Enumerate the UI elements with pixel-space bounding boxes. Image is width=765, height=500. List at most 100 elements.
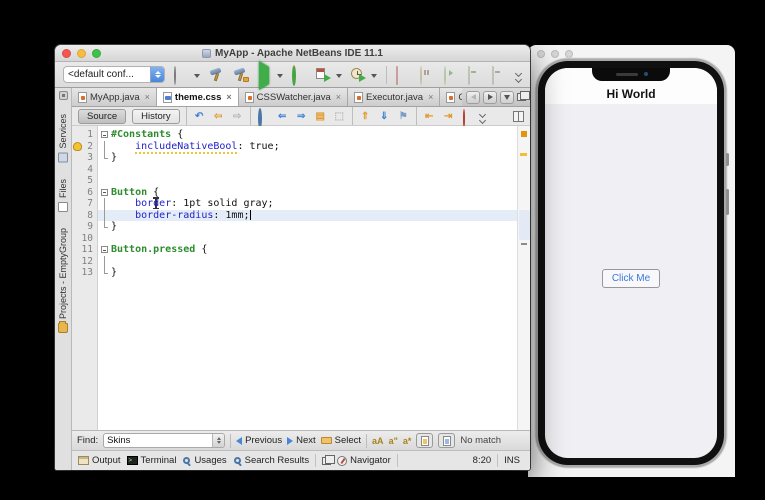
- line-number[interactable]: 11: [72, 244, 97, 256]
- tab-csswatcher-java[interactable]: CSSWatcher.java ×: [238, 88, 349, 106]
- line-number[interactable]: 4: [72, 164, 97, 176]
- line-number[interactable]: 2: [72, 141, 97, 153]
- rerun-icon[interactable]: [292, 65, 307, 86]
- titlebar[interactable]: MyApp - Apache NetBeans IDE 11.1: [55, 45, 530, 62]
- output-button[interactable]: Output: [78, 455, 121, 466]
- simulator-window-controls[interactable]: [537, 50, 573, 58]
- code-line-6[interactable]: Button {: [98, 187, 517, 199]
- code-editor[interactable]: 1 2 3 4 5 6 7 8 9 10 11 12 13 #Constants { includeNa…: [72, 126, 530, 430]
- tab-executor-java[interactable]: Executor.java ×: [348, 88, 441, 106]
- zoom-icon[interactable]: [92, 49, 101, 58]
- warning-mark[interactable]: [520, 153, 527, 156]
- back-icon[interactable]: ⇦: [212, 110, 225, 123]
- shift-left-icon[interactable]: ⇤: [423, 110, 436, 123]
- source-view-button[interactable]: Source: [78, 108, 127, 124]
- close-tab-icon[interactable]: ×: [145, 92, 150, 102]
- find-next-icon[interactable]: ⇒: [295, 110, 308, 123]
- scroll-thumb[interactable]: [519, 210, 530, 240]
- line-number[interactable]: 1: [72, 129, 97, 141]
- last-edit-icon[interactable]: ↶: [193, 110, 206, 123]
- code-line-7[interactable]: border: 1pt solid gray;: [98, 198, 517, 210]
- wrap-search-toggle[interactable]: [438, 433, 456, 448]
- restore-group-icon[interactable]: [322, 454, 336, 465]
- navigator-button[interactable]: Navigator: [337, 455, 391, 466]
- select-matches-button[interactable]: Select: [320, 435, 361, 446]
- tab-cn1csscli-ja-[interactable]: CN1CSSCLI.ja..×: [440, 88, 462, 106]
- find-next-button[interactable]: Next: [287, 435, 316, 446]
- sidebar-tab-projects[interactable]: Projects - EmptyGroup: [58, 228, 68, 333]
- click-me-button[interactable]: Click Me: [601, 269, 661, 288]
- debug-project-icon[interactable]: [316, 67, 331, 82]
- line-number-gutter[interactable]: 1 2 3 4 5 6 7 8 9 10 11 12 13: [72, 126, 98, 430]
- line-number[interactable]: 10: [72, 233, 97, 245]
- code-line-1[interactable]: #Constants {: [98, 129, 517, 141]
- editor-toolbar-overflow-icon[interactable]: [478, 110, 486, 125]
- toggle-bookmark-icon[interactable]: ⚑: [397, 110, 410, 123]
- sidebar-tab-services[interactable]: Services: [58, 114, 68, 163]
- clean-build-icon[interactable]: [233, 67, 249, 82]
- code-line-8[interactable]: border-radius: 1mm;: [98, 209, 517, 221]
- previous-bookmark-icon[interactable]: ⇑: [359, 110, 372, 123]
- line-number[interactable]: 12: [72, 256, 97, 268]
- minimize-icon[interactable]: [77, 49, 86, 58]
- usages-button[interactable]: Usages: [182, 455, 227, 466]
- line-number[interactable]: 13: [72, 267, 97, 279]
- close-tab-icon[interactable]: ×: [428, 92, 433, 102]
- history-view-button[interactable]: History: [132, 108, 180, 124]
- minimized-pin-icon[interactable]: [58, 91, 68, 100]
- fold-start-icon[interactable]: [98, 244, 111, 256]
- code-line-13[interactable]: }: [98, 267, 517, 279]
- line-number[interactable]: 6: [72, 187, 97, 199]
- warning-bulb-icon[interactable]: [73, 141, 82, 151]
- tab-list-dropdown-button[interactable]: [500, 90, 514, 104]
- config-select[interactable]: <default conf...: [63, 66, 165, 83]
- line-number[interactable]: 9: [72, 221, 97, 233]
- chevron-down-icon[interactable]: [277, 74, 283, 81]
- minimize-icon[interactable]: [551, 50, 559, 58]
- build-project-icon[interactable]: [209, 67, 224, 82]
- search-results-button[interactable]: Search Results: [233, 455, 309, 466]
- code-line-9[interactable]: }: [98, 221, 517, 233]
- chevron-down-icon[interactable]: [194, 74, 200, 81]
- line-number[interactable]: 3: [72, 152, 97, 164]
- regex-toggle[interactable]: a*: [403, 436, 412, 446]
- window-controls[interactable]: [62, 49, 101, 58]
- error-stripe[interactable]: [517, 126, 530, 430]
- code-line-11[interactable]: Button.pressed {: [98, 244, 517, 256]
- line-number[interactable]: 5: [72, 175, 97, 187]
- toggle-highlight-icon[interactable]: ▤: [314, 110, 327, 123]
- code-line-4[interactable]: [98, 164, 517, 176]
- profile-project-icon[interactable]: [351, 67, 366, 82]
- code-lines[interactable]: #Constants { includeNativeBool: true;} Bu…: [98, 126, 517, 430]
- line-number[interactable]: 8: [72, 210, 97, 222]
- code-line-2[interactable]: includeNativeBool: true;: [98, 140, 517, 154]
- find-selection-icon[interactable]: [257, 107, 270, 129]
- zoom-icon[interactable]: [565, 50, 573, 58]
- code-line-5[interactable]: [98, 175, 517, 187]
- code-line-10[interactable]: [98, 233, 517, 245]
- close-tab-icon[interactable]: ×: [226, 92, 231, 102]
- code-line-12[interactable]: [98, 255, 517, 267]
- fold-start-icon[interactable]: [98, 187, 111, 199]
- close-icon[interactable]: [62, 49, 71, 58]
- find-input[interactable]: Skins: [103, 433, 226, 448]
- shift-right-icon[interactable]: ⇥: [442, 110, 455, 123]
- code-line-3[interactable]: }: [98, 152, 517, 164]
- terminal-button[interactable]: > Terminal: [126, 455, 176, 466]
- find-previous-button[interactable]: Previous: [236, 435, 282, 446]
- close-icon[interactable]: [537, 50, 545, 58]
- maximize-window-icon[interactable]: [517, 91, 530, 101]
- sidebar-tab-files[interactable]: Files: [58, 179, 68, 212]
- scroll-tabs-left-button[interactable]: [466, 90, 480, 104]
- match-case-toggle[interactable]: aA: [372, 436, 384, 446]
- scroll-tabs-right-button[interactable]: [483, 90, 497, 104]
- chevron-down-icon[interactable]: [371, 74, 377, 81]
- warning-mark[interactable]: [521, 131, 527, 137]
- line-number[interactable]: 7: [72, 198, 97, 210]
- whole-word-toggle[interactable]: a": [389, 436, 398, 446]
- split-editor-icon[interactable]: [513, 110, 524, 122]
- stepper-icon[interactable]: [212, 434, 225, 447]
- highlight-results-toggle[interactable]: [416, 433, 434, 448]
- chevron-down-icon[interactable]: [336, 74, 342, 81]
- find-previous-icon[interactable]: ⇐: [276, 110, 289, 123]
